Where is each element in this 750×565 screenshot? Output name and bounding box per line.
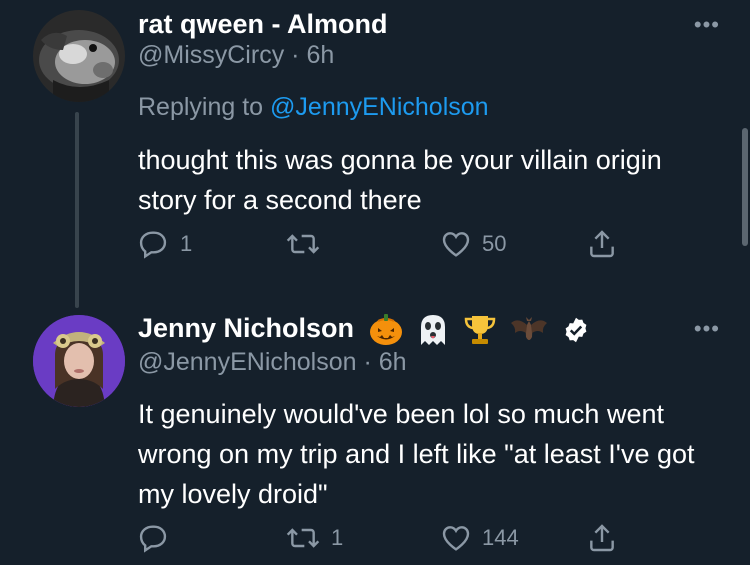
jack-o-lantern-icon [369, 313, 402, 345]
replying-to: Replying to @JennyENicholson [138, 93, 489, 122]
retweet-icon [286, 528, 320, 548]
more-icon[interactable]: ••• [694, 316, 720, 342]
like-button[interactable]: 50 [440, 228, 506, 260]
like-count: 50 [482, 231, 507, 256]
share-icon [590, 230, 614, 258]
avatar-image [33, 10, 125, 102]
display-name[interactable]: Jenny Nicholson [138, 313, 354, 343]
reply-button[interactable] [138, 522, 180, 554]
handle[interactable]: @JennyENicholson [138, 348, 357, 376]
reply-button[interactable]: 1 [138, 228, 192, 260]
like-count: 144 [482, 525, 519, 550]
tweet-actions: 1 144 [0, 522, 750, 562]
handle-time: @MissyCircy · 6h [138, 40, 388, 70]
retweet-icon [286, 234, 320, 254]
separator: · [363, 347, 372, 376]
like-button[interactable]: 144 [440, 522, 519, 554]
tweet-missycircy[interactable]: rat qween - Almond @MissyCircy · 6h ••• … [0, 0, 750, 310]
retweet-button[interactable]: 1 [285, 522, 343, 554]
handle[interactable]: @MissyCircy [138, 41, 284, 69]
avatar-jennyenicholson[interactable] [33, 315, 125, 407]
handle-time: @JennyENicholson · 6h [138, 347, 590, 377]
reply-count: 1 [180, 231, 193, 256]
thread-line [75, 112, 79, 308]
reply-icon [139, 525, 167, 553]
more-icon[interactable]: ••• [694, 12, 720, 38]
display-name-row: Jenny Nicholson [138, 312, 590, 347]
tweet-jennyenicholson[interactable]: Jenny Nicholson @JennyENicholson · 6h ••… [0, 300, 750, 565]
replying-prefix: Replying to [138, 93, 264, 121]
retweet-count: 1 [331, 525, 344, 550]
display-name[interactable]: rat qween - Almond [138, 8, 388, 40]
replying-mention-link[interactable]: @JennyENicholson [270, 93, 489, 121]
timestamp[interactable]: 6h [379, 348, 407, 376]
avatar-missycircy[interactable] [33, 10, 125, 102]
tweet-text: thought this was gonna be your villain o… [138, 145, 662, 215]
share-button[interactable] [586, 522, 618, 554]
verified-badge-icon [565, 317, 587, 343]
tweet-text: It genuinely would've been lol so much w… [138, 399, 695, 509]
share-icon [590, 524, 614, 552]
avatar-image [33, 315, 125, 407]
tweet-header: Jenny Nicholson @JennyENicholson · 6h [138, 312, 590, 377]
like-icon [442, 526, 470, 551]
bat-icon [511, 316, 548, 340]
trophy-icon [464, 315, 495, 344]
ghost-icon [421, 314, 446, 345]
timestamp[interactable]: 6h [306, 41, 334, 69]
tweet-header: rat qween - Almond @MissyCircy · 6h [138, 8, 388, 70]
reply-icon [139, 231, 167, 259]
retweet-button[interactable] [285, 228, 331, 260]
share-button[interactable] [586, 228, 618, 260]
separator: · [291, 41, 300, 69]
tweet-actions: 1 50 [0, 228, 750, 268]
like-icon [442, 232, 470, 257]
